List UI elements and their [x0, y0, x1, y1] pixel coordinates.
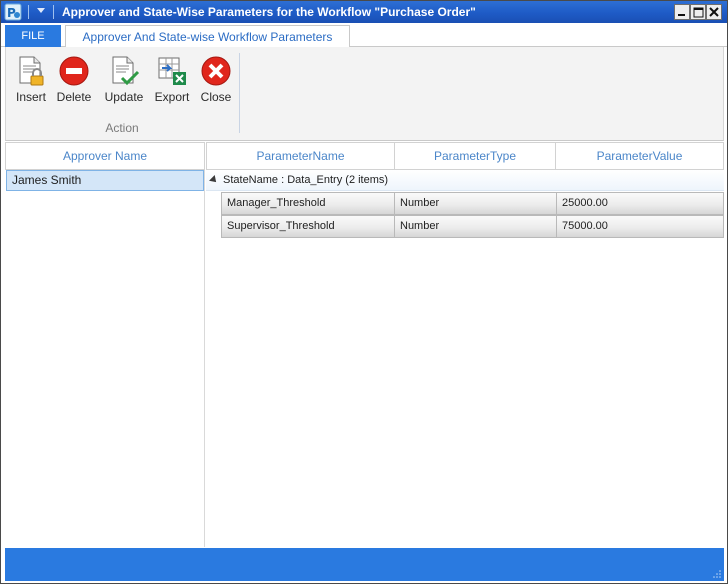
parameter-name-cell[interactable]: Manager_Threshold: [222, 193, 395, 214]
ribbon-panel: Insert Delete Update Export Close Action: [5, 47, 724, 141]
quick-access-dropdown-icon[interactable]: [37, 8, 45, 13]
export-button[interactable]: Export: [149, 53, 195, 107]
parameter-grid: ParameterName ParameterType ParameterVal…: [206, 142, 724, 547]
title-bar[interactable]: P Approver and State-Wise Parameters for…: [1, 1, 727, 23]
delete-button[interactable]: Delete: [51, 53, 97, 107]
approver-row[interactable]: James Smith: [6, 170, 204, 191]
parameter-value-cell[interactable]: 25000.00: [557, 193, 723, 214]
export-label: Export: [154, 90, 190, 104]
delete-label: Delete: [56, 90, 92, 104]
tab-workflow-parameters[interactable]: Approver And State-wise Workflow Paramet…: [65, 25, 350, 48]
minimize-button[interactable]: [674, 4, 690, 20]
close-label: Close: [200, 90, 232, 104]
window-title: Approver and State-Wise Parameters for t…: [62, 5, 476, 19]
close-icon: [709, 7, 719, 17]
update-document-check-icon: [112, 56, 140, 86]
workflow-app-icon[interactable]: P: [4, 3, 22, 21]
file-tab[interactable]: FILE: [5, 25, 61, 47]
parameter-value-column-header[interactable]: ParameterValue: [555, 142, 724, 170]
close-red-x-icon: [201, 56, 231, 86]
update-button[interactable]: Update: [101, 53, 147, 107]
parameter-value-cell[interactable]: 75000.00: [557, 216, 723, 237]
delete-red-minus-icon: [59, 56, 89, 86]
resize-grip-icon[interactable]: [713, 570, 721, 578]
state-group-row[interactable]: StateName : Data_Entry (2 items): [206, 170, 724, 191]
maximize-button[interactable]: [690, 4, 706, 20]
status-bar: [5, 548, 724, 581]
quick-access-separator: [53, 5, 54, 19]
ribbon-tab-strip: FILE Approver And State-wise Workflow Pa…: [1, 23, 727, 48]
parameter-type-column-header[interactable]: ParameterType: [394, 142, 556, 170]
table-row[interactable]: Manager_Threshold Number 25000.00: [221, 192, 724, 215]
insert-document-lock-icon: [19, 56, 44, 86]
table-row[interactable]: Supervisor_Threshold Number 75000.00: [221, 215, 724, 238]
close-button[interactable]: Close: [193, 53, 239, 107]
ribbon-group-separator: [239, 53, 240, 133]
parameter-type-cell[interactable]: Number: [395, 193, 557, 214]
approver-name-column-header[interactable]: Approver Name: [5, 142, 205, 170]
parameter-name-column-header[interactable]: ParameterName: [206, 142, 395, 170]
maximize-icon: [693, 7, 704, 18]
quick-access-separator: [28, 5, 29, 19]
parameter-type-cell[interactable]: Number: [395, 216, 557, 237]
parameter-name-cell[interactable]: Supervisor_Threshold: [222, 216, 395, 237]
close-window-button[interactable]: [706, 4, 722, 20]
minimize-icon: [678, 14, 685, 16]
update-label: Update: [104, 90, 144, 104]
svg-text:P: P: [7, 6, 16, 20]
approver-grid: Approver Name James Smith: [5, 142, 205, 547]
insert-label: Insert: [15, 90, 46, 104]
collapse-arrow-icon[interactable]: [209, 175, 219, 185]
insert-button[interactable]: Insert: [8, 53, 54, 107]
ribbon-group-label: Action: [105, 121, 139, 135]
export-excel-icon: [158, 57, 186, 85]
state-group-label: StateName : Data_Entry (2 items): [223, 174, 389, 186]
app-window: P Approver and State-Wise Parameters for…: [0, 0, 728, 584]
